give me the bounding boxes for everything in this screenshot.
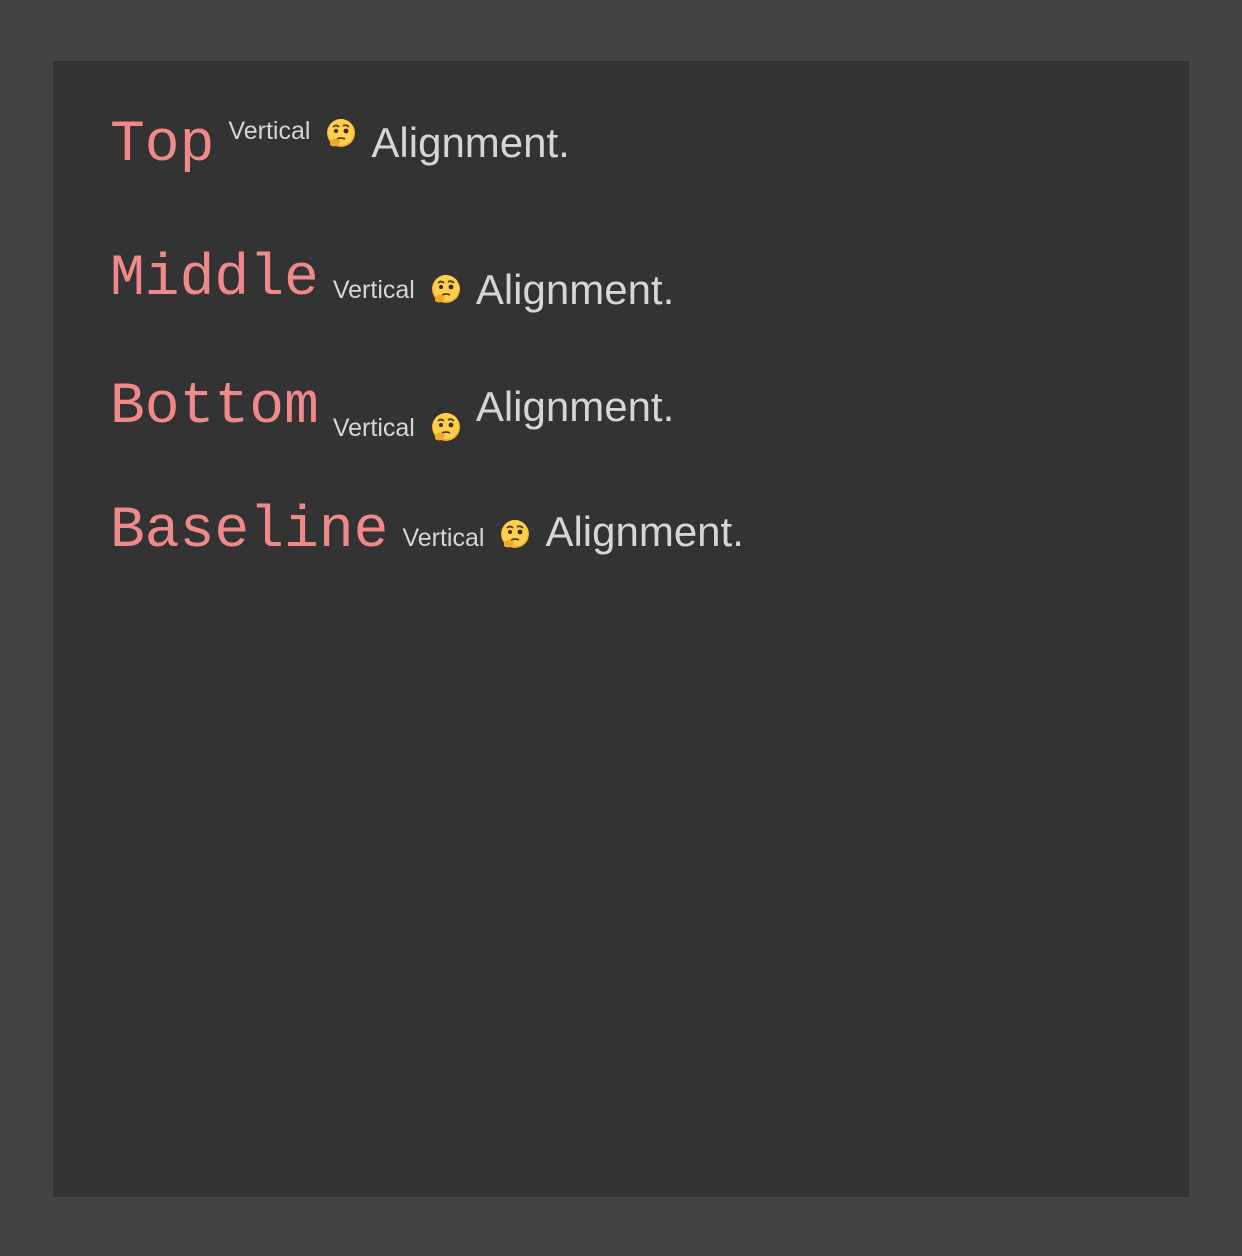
keyword-middle: Middle: [110, 247, 319, 312]
row-top: Top Vertical Alignment.: [110, 117, 570, 175]
alignment-text: Alignment.: [545, 508, 744, 555]
alignment-text: Alignment.: [475, 266, 675, 314]
vertical-label: Vertical: [402, 524, 485, 552]
keyword-top: Top: [110, 113, 215, 178]
vertical-label: Vertical: [332, 275, 415, 304]
alignment-text: Alignment.: [371, 119, 570, 166]
row-baseline: Baseline Vertical Alignment.: [110, 503, 744, 561]
vertical-label: Vertical: [332, 414, 415, 442]
thinking-face-icon: [429, 411, 463, 445]
row-bottom: Bottom Vertical Alignment.: [110, 375, 675, 443]
demo-panel: TopVertical Alignment. MiddleVertical: [53, 61, 1189, 1197]
vertical-label: Vertical: [228, 117, 311, 145]
thinking-face-icon: [498, 518, 532, 552]
thinking-face-icon: [324, 117, 358, 151]
alignment-text: Alignment.: [475, 383, 675, 430]
thinking-face-icon: [429, 273, 463, 307]
keyword-bottom: Bottom: [110, 375, 319, 440]
keyword-baseline: Baseline: [110, 499, 389, 564]
row-middle: Middle Vertical Alignment.: [110, 251, 674, 314]
